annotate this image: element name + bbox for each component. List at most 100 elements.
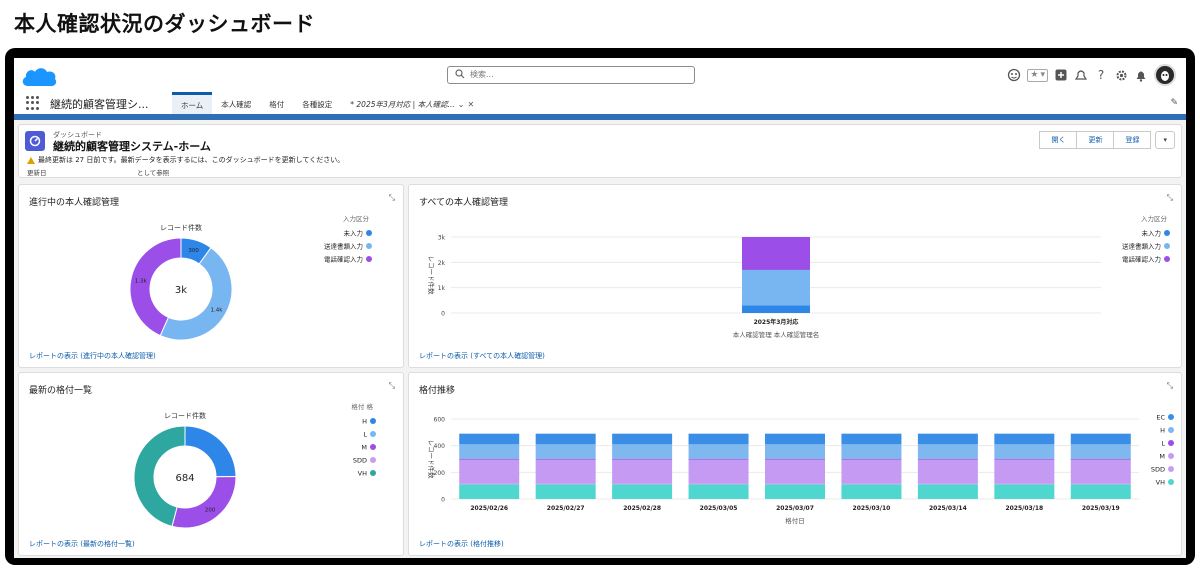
legend-title: 入力区分: [343, 214, 370, 223]
expand-icon[interactable]: ⤡: [1167, 193, 1173, 203]
legend-swatch: [370, 457, 376, 463]
slice-data-label: 1.4k: [211, 308, 224, 314]
avatar[interactable]: [1154, 64, 1176, 86]
legend-swatch: [1168, 414, 1174, 420]
bar-segment: [535, 433, 596, 445]
donut-center-label: 684: [175, 473, 194, 484]
bar-segment: [535, 483, 596, 485]
tab-record-2025-march[interactable]: * 2025年3月対応 | 本人確認... ⌄ ✕: [341, 92, 483, 116]
legend-swatch: [1168, 453, 1174, 459]
global-search[interactable]: 検索...: [447, 66, 695, 84]
bar-segment: [841, 444, 902, 459]
bar-segment: [994, 484, 1055, 499]
y-tick-label: 600: [434, 417, 446, 424]
header-utility-icons: ★ ▾ ?: [1007, 64, 1176, 86]
favorites-control[interactable]: ★ ▾: [1027, 68, 1048, 82]
legend-swatch: [370, 470, 376, 476]
nav-tabs: ホーム 本人確認 格付 各種設定 * 2025年3月対応 | 本人確認... ⌄…: [172, 92, 483, 116]
bar-segment: [612, 459, 673, 460]
x-tick-label: 2025/03/18: [1005, 505, 1043, 512]
bar-segment: [1070, 459, 1131, 460]
tab-home[interactable]: ホーム: [172, 92, 213, 116]
bar-segment: [688, 483, 749, 485]
legend-swatch: [370, 418, 376, 424]
chart-subtitle: レコード件数: [164, 411, 206, 420]
bar-segment: [841, 483, 902, 485]
donut-center-label: 3k: [175, 285, 187, 296]
y-axis-label: レコード件数: [427, 440, 436, 480]
tab-rating[interactable]: 格付: [260, 92, 293, 116]
legend-label: VH: [358, 470, 367, 478]
expand-icon[interactable]: ⤡: [389, 193, 395, 203]
header-accent-bar: [14, 114, 1186, 120]
bar-segment: [994, 459, 1055, 460]
legend-label: SDD: [353, 457, 367, 465]
x-tick-label: 2025/03/19: [1082, 505, 1120, 512]
chevron-down-icon[interactable]: ⌄: [458, 100, 465, 109]
tab-identity-verification[interactable]: 本人確認: [212, 92, 260, 116]
bar-segment: [765, 459, 825, 484]
bar-segment: [765, 483, 825, 485]
bar-segment: [459, 459, 520, 484]
slice-data-label: 1.3k: [135, 278, 148, 284]
page-title: 本人確認状況のダッシュボード: [14, 12, 315, 36]
app-launcher-icon[interactable]: [26, 96, 40, 110]
legend-label: VH: [1156, 479, 1165, 487]
legend-title: 入力区分: [1141, 214, 1168, 223]
legend-swatch: [1164, 243, 1170, 249]
stacked-bar-chart-all: 0 1k 2k 3k レコード件数 2025年3月対応本人確認管理 本人確認管理名 入力区分…: [427, 214, 1170, 339]
y-tick-label: 3k: [438, 235, 446, 242]
report-link[interactable]: レポートの表示 (格付推移): [419, 539, 504, 549]
x-tick-label: 2025/02/26: [470, 505, 508, 512]
donut-chart-ratings: レコード件数 200 684 格付 格 HLM SDD VH: [133, 402, 376, 529]
bar-segment: [765, 484, 825, 499]
bell-cloud-icon[interactable]: [1074, 68, 1088, 82]
gear-icon[interactable]: [1114, 68, 1128, 82]
bar-segment: [917, 484, 978, 499]
tab-settings[interactable]: 各種設定: [293, 92, 341, 116]
bar-segment: [612, 483, 673, 485]
bar-segment: [917, 459, 978, 460]
legend-label: 送達書類入力: [324, 242, 363, 251]
refresh-button[interactable]: 更新: [1076, 131, 1115, 149]
plus-icon[interactable]: [1054, 68, 1068, 82]
app-name: 継続的顧客管理シ...: [50, 98, 149, 111]
donut-slice: [171, 476, 237, 529]
legend-label: L: [1161, 440, 1165, 448]
legend-label: EC: [1156, 414, 1165, 422]
bar-segment: [917, 459, 978, 484]
edit-nav-icon[interactable]: ✎: [1170, 98, 1178, 108]
legend-label: 送達書類入力: [1122, 242, 1161, 251]
dashboard-icon: [25, 131, 45, 151]
astro-icon[interactable]: [1007, 68, 1021, 82]
panel-in-progress-verification: 進行中の本人確認管理 ⤡ レコード件数 300 1.4k 1.3k 3k 入力区分 未入力送…: [18, 184, 404, 368]
dashboard-header: ダッシュボード 継続的顧客管理システム-ホーム 最終更新は 27 日前です。最新…: [18, 124, 1182, 178]
salesforce-cloud-logo[interactable]: [20, 64, 58, 90]
bar-segment: [459, 459, 520, 460]
subscribe-button[interactable]: 登録: [1113, 131, 1152, 149]
x-tick-label: 2025/02/27: [547, 505, 585, 512]
dashboard-updated-label: 更新日: [27, 169, 47, 177]
close-icon[interactable]: ✕: [467, 100, 474, 109]
legend-label: 電話確認入力: [324, 255, 363, 264]
report-link[interactable]: レポートの表示 (進行中の本人確認管理): [29, 351, 156, 361]
legend-swatch: [1168, 440, 1174, 446]
x-axis-label: 本人確認管理 本人確認管理名: [733, 330, 820, 339]
panel-latest-ratings: 最新の格付一覧 ⤡ レコード件数 200 684 格付 格 H L M SDD VH レポートの…: [18, 372, 404, 556]
legend-swatch: [1168, 427, 1174, 433]
x-tick-label: 2025/03/14: [929, 505, 967, 512]
notification-bell-icon[interactable]: [1134, 68, 1148, 82]
expand-icon[interactable]: ⤡: [389, 381, 395, 391]
expand-icon[interactable]: ⤡: [1167, 381, 1173, 391]
dashboard-menu-button[interactable]: ▾: [1155, 131, 1175, 149]
help-icon[interactable]: ?: [1094, 68, 1108, 82]
bar-segment: [841, 459, 902, 460]
report-link[interactable]: レポートの表示 (最新の格付一覧): [29, 539, 135, 549]
open-button[interactable]: 開く: [1039, 131, 1078, 149]
bar-segment: [1070, 433, 1131, 445]
legend-title: 格付 格: [351, 402, 373, 411]
bar-segment: [535, 444, 596, 459]
report-link[interactable]: レポートの表示 (すべての本人確認管理): [419, 351, 545, 361]
bar-segment: [688, 444, 749, 459]
bar-segment: [688, 459, 749, 484]
